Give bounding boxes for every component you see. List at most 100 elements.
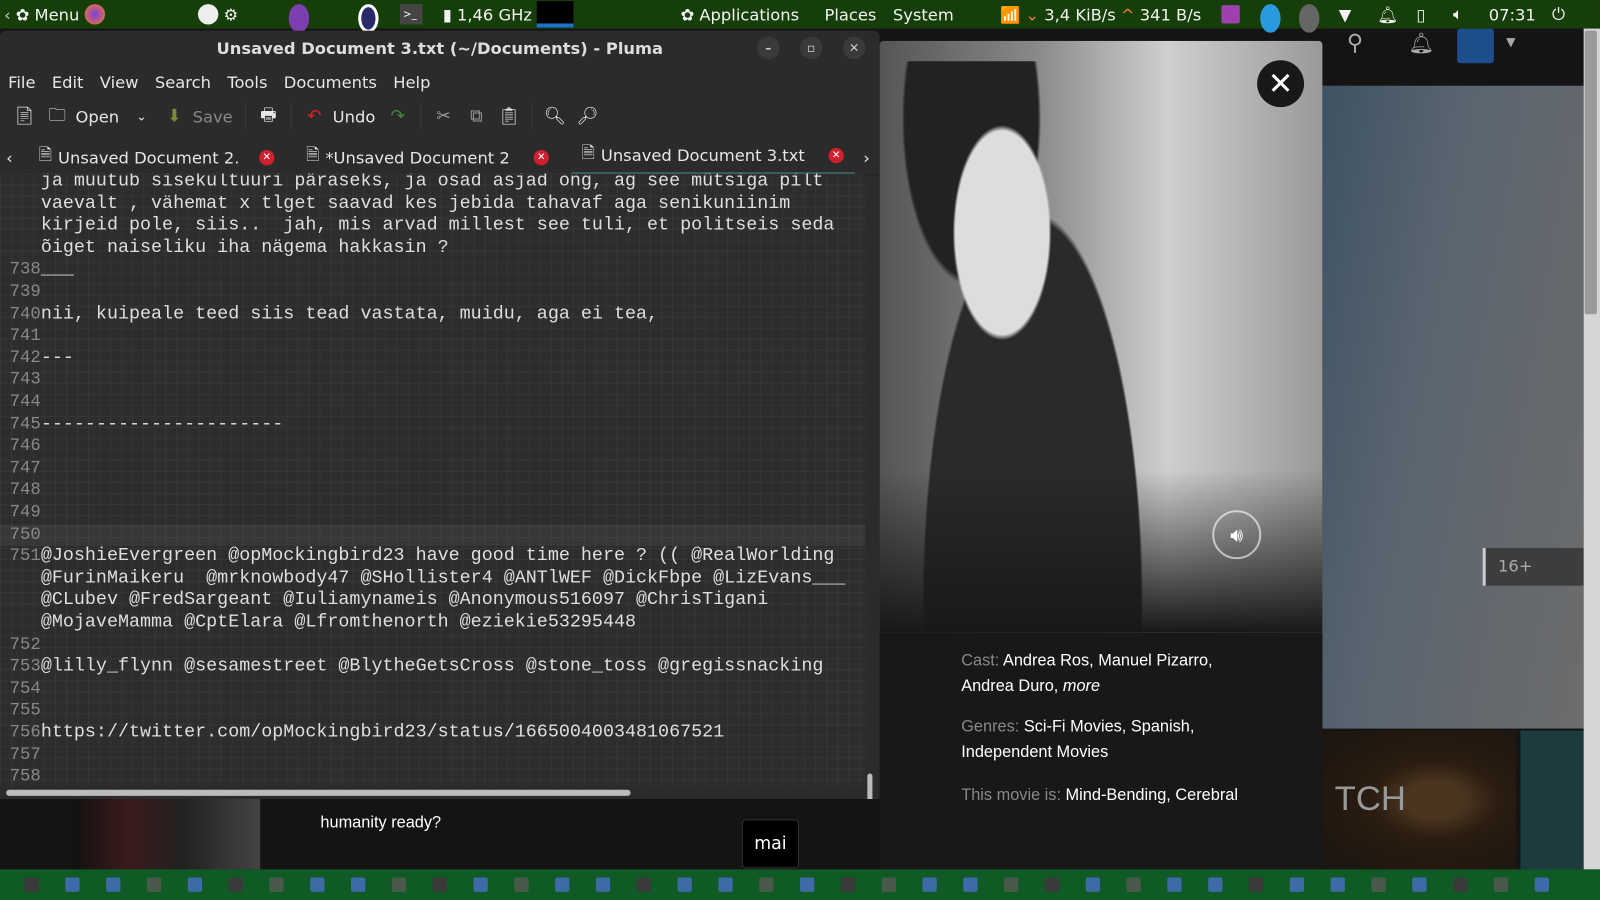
taskbar-window-icon[interactable] (922, 877, 937, 892)
close-tab-icon[interactable]: ✕ (533, 149, 549, 165)
taskbar-window-icon[interactable] (65, 877, 80, 892)
gears-icon[interactable]: ⚙ (223, 5, 238, 24)
taskbar-window-icon[interactable] (636, 877, 652, 892)
horizontal-scrollbar[interactable] (6, 789, 631, 796)
taskbar-window-icon[interactable] (595, 877, 611, 892)
wifi-status-icon[interactable]: ▼ (1339, 0, 1352, 29)
taskbar-window-icon[interactable] (1330, 877, 1345, 892)
taskbar-window-icon[interactable] (310, 877, 325, 892)
taskbar-window-icon[interactable] (1044, 877, 1060, 892)
taskbar-window-icon[interactable] (677, 877, 692, 892)
telegram-icon[interactable] (1260, 4, 1281, 33)
taskbar-window-icon[interactable] (24, 877, 39, 892)
page-scrollbar-thumb[interactable] (1584, 30, 1597, 315)
menu-edit[interactable]: Edit (52, 72, 84, 91)
network-monitor[interactable]: 📶 ⌄ 3,4 KiB/s ^ 341 B/s (1000, 0, 1201, 29)
taskbar-window-icon[interactable] (1453, 877, 1468, 892)
taskbar-window-icon[interactable] (106, 877, 121, 892)
close-button[interactable]: ✕ (1257, 60, 1305, 108)
taskbar-window-icon[interactable] (1085, 877, 1100, 892)
taskbar-window-icon[interactable] (1167, 877, 1182, 892)
maximize-button[interactable]: ▫ (799, 36, 823, 60)
magnifier-a-icon[interactable] (197, 4, 219, 25)
cut-icon[interactable]: ✂ (433, 105, 453, 127)
taskbar-window-icon[interactable] (555, 877, 570, 892)
taskbar-window-icon[interactable] (963, 877, 978, 892)
tab-document-2[interactable]: 🗎 Unsaved Document 2. ✕ (39, 139, 284, 176)
close-window-button[interactable]: ✕ (842, 36, 866, 60)
taskbar-window-icon[interactable] (473, 877, 488, 892)
taskbar-window-icon[interactable] (514, 877, 529, 892)
menu-tools[interactable]: Tools (227, 72, 267, 91)
system-menu[interactable]: System (893, 0, 954, 29)
taskbar-window-icon[interactable] (187, 877, 203, 892)
taskbar-window-icon[interactable] (269, 877, 284, 892)
taskbar-window-icon[interactable] (1371, 877, 1386, 892)
close-tab-icon[interactable]: ✕ (259, 149, 275, 165)
taskbar-window-icon[interactable] (351, 877, 366, 892)
title-thumbnail[interactable] (1520, 730, 1584, 870)
tab-document-3[interactable]: 🗎 Unsaved Document 3.txt ✕ (571, 139, 856, 176)
taskbar-window-icon[interactable] (146, 877, 162, 892)
paste-icon[interactable]: 📋︎ (498, 105, 520, 127)
save-button[interactable]: ⬇ Save (164, 105, 233, 127)
power-icon[interactable]: ⏻ (1552, 0, 1565, 29)
print-icon[interactable]: 🖶 (258, 105, 278, 127)
volume-icon[interactable]: 🔈︎ (1453, 0, 1463, 29)
taskbar-window-icon[interactable] (799, 877, 815, 892)
notification-icon[interactable]: 🔔︎ (1378, 0, 1399, 29)
audio-app-icon[interactable] (1221, 5, 1240, 24)
find-icon[interactable]: 🔍︎ (544, 105, 566, 127)
search-icon[interactable]: ⚲ (1347, 31, 1363, 57)
taskbar-window-icon[interactable] (759, 877, 774, 892)
open-dropdown-chevron-icon[interactable]: ⌄ (131, 105, 151, 127)
volume-button[interactable]: 🔊︎ (1212, 510, 1262, 560)
applications-menu[interactable]: ✿ Applications (681, 0, 800, 29)
taskbar-window-icon[interactable] (432, 877, 447, 892)
clock[interactable]: 07:31 (1489, 0, 1536, 29)
terminal-icon[interactable]: >_ (399, 4, 423, 25)
vertical-scrollbar[interactable] (867, 773, 873, 799)
firefox-icon[interactable] (84, 4, 105, 25)
title-bar[interactable]: Unsaved Document 3.txt (~/Documents) - P… (0, 31, 880, 66)
taskbar-window-icon[interactable] (718, 877, 733, 892)
cpu-freq-applet[interactable]: ▮ 1,46 GHz (443, 0, 574, 29)
redo-icon[interactable]: ↷ (388, 105, 408, 127)
tab-document-2-modified[interactable]: 🗎 *Unsaved Document 2 ✕ (306, 139, 561, 176)
bell-icon[interactable]: 🔔︎ (1408, 31, 1434, 55)
menu-search[interactable]: Search (155, 72, 211, 91)
menu-view[interactable]: View (100, 72, 139, 91)
menu-documents[interactable]: Documents (284, 72, 377, 91)
taskbar-window-icon[interactable] (1004, 877, 1019, 892)
menu-button[interactable]: ‹ ✿ Menu (4, 0, 105, 29)
opera-icon[interactable] (358, 4, 379, 33)
avatar[interactable] (1457, 28, 1494, 64)
caret-down-icon[interactable]: ▼ (1506, 35, 1515, 49)
taskbar-window-icon[interactable] (840, 877, 856, 892)
taskbar-window-icon[interactable] (1412, 877, 1427, 892)
undo-button[interactable]: ↶ Undo (304, 105, 375, 127)
tor-icon[interactable] (288, 4, 310, 33)
taskbar-window-icon[interactable] (391, 877, 407, 892)
copy-icon[interactable]: ⧉ (466, 105, 486, 127)
find-replace-icon[interactable]: 🔎︎ (577, 105, 599, 127)
tabs-scroll-right[interactable]: › (863, 139, 870, 176)
title-thumbnail[interactable]: TCH (1322, 730, 1517, 870)
taskbar-window-icon[interactable] (228, 877, 243, 892)
taskbar-window-icon[interactable] (881, 877, 896, 892)
new-document-icon[interactable]: 📄︎ (13, 105, 35, 127)
taskbar-window-icon[interactable] (1534, 877, 1549, 892)
tabs-scroll-left[interactable]: ‹ (6, 139, 13, 176)
taskbar-window-icon[interactable] (1289, 877, 1305, 892)
taskbar-window-icon[interactable] (1208, 877, 1223, 892)
info-icon[interactable] (1298, 4, 1320, 33)
blacklist-thumbnail[interactable] (71, 798, 261, 870)
more-link[interactable]: more (1063, 677, 1100, 694)
open-button[interactable]: 🗀 Open (47, 105, 119, 127)
minimize-button[interactable]: – (757, 36, 780, 60)
menu-file[interactable]: File (8, 72, 35, 91)
places-menu[interactable]: Places (824, 0, 876, 29)
battery-icon[interactable]: ▯ (1416, 0, 1425, 29)
taskbar-window-icon[interactable] (1248, 877, 1264, 892)
taskbar-window-icon[interactable] (1493, 877, 1509, 892)
